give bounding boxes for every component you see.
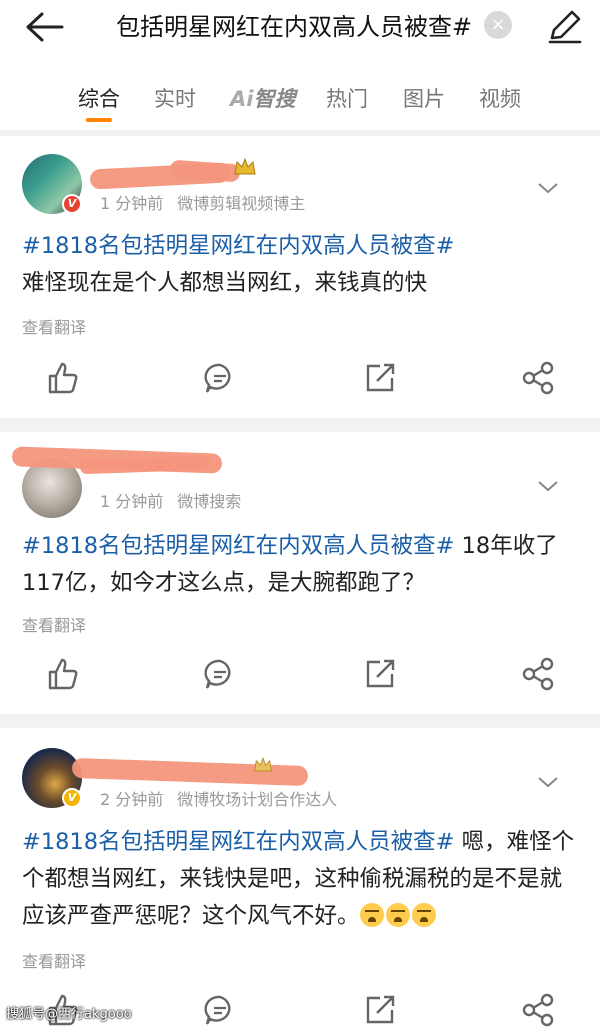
- search-results-screen: 包括明星网红在内双高人员被查# × 综合 实时 Ai智搜 热门 图片 视频 V …: [0, 0, 600, 1027]
- post-text: 难怪现在是个人都想当网红，来钱真的快: [22, 270, 428, 296]
- post-body: #1818名包括明星网红在内双高人员被查# 嗯，难怪个个都想当网红，来钱快是吧，…: [22, 824, 578, 935]
- ai-logo-text: Ai: [230, 87, 254, 111]
- hashtag-link[interactable]: #1818名包括明星网红在内双高人员被查#: [22, 233, 454, 259]
- post-meta: 1 分钟前 微博剪辑视频博主: [100, 190, 305, 214]
- chevron-down-icon[interactable]: [536, 774, 560, 790]
- post-body: #1818名包括明星网红在内双高人员被查# 18年收了117亿，如今才这么点，是…: [22, 528, 578, 602]
- crown-icon: [254, 757, 272, 772]
- watermark-text: 搜狐号@西行akgooo: [6, 1007, 132, 1022]
- emoji-icon: [385, 903, 410, 927]
- verified-badge-icon: V: [62, 788, 82, 808]
- tab-comprehensive[interactable]: 综合: [78, 80, 120, 120]
- verified-badge-icon: V: [62, 194, 82, 214]
- post-time: 1 分钟前: [100, 492, 164, 511]
- tab-ai-search[interactable]: Ai智搜: [230, 80, 295, 120]
- translate-link[interactable]: 查看翻译: [22, 948, 86, 972]
- hashtag-link[interactable]: #1818名包括明星网红在内双高人员被查#: [22, 533, 454, 559]
- like-icon[interactable]: [42, 654, 82, 694]
- post-source: 微博搜索: [177, 492, 242, 511]
- share-icon[interactable]: [518, 990, 558, 1027]
- post-meta: 2 分钟前 微博牧场计划合作达人: [100, 786, 337, 810]
- post-source: 微博牧场计划合作达人: [177, 790, 338, 809]
- post-source: 微博剪辑视频博主: [177, 194, 306, 213]
- post-card: V 1 分钟前 微博剪辑视频博主 #1818名包括明星网红在内双高人员被查# 难怪现…: [0, 136, 600, 418]
- tab-hot[interactable]: 热门: [326, 80, 368, 120]
- comment-icon[interactable]: [200, 990, 240, 1027]
- tab-ai-label: 智搜: [253, 87, 296, 111]
- tab-bar: 综合 实时 Ai智搜 热门 图片 视频: [0, 80, 600, 120]
- tab-images[interactable]: 图片: [403, 80, 445, 120]
- share-icon[interactable]: [518, 654, 558, 694]
- post-time: 2 分钟前: [100, 790, 164, 809]
- post-meta: 1 分钟前 微博搜索: [100, 488, 241, 512]
- post-body: #1818名包括明星网红在内双高人员被查# 难怪现在是个人都想当网红，来钱真的快: [22, 228, 578, 302]
- hashtag-link[interactable]: #1818名包括明星网红在内双高人员被查#: [22, 829, 454, 855]
- action-bar: [0, 654, 600, 694]
- repost-icon[interactable]: [360, 990, 400, 1027]
- search-header: 包括明星网红在内双高人员被查# × 综合 实时 Ai智搜 热门 图片 视频: [0, 0, 600, 130]
- tab-realtime[interactable]: 实时: [154, 80, 196, 120]
- crown-icon: [234, 157, 256, 175]
- comment-icon[interactable]: [200, 358, 240, 398]
- share-icon[interactable]: [518, 358, 558, 398]
- action-bar: [0, 358, 600, 398]
- tab-videos[interactable]: 视频: [479, 80, 521, 120]
- translate-link[interactable]: 查看翻译: [22, 612, 86, 636]
- post-card: V 2 分钟前 微博牧场计划合作达人 #1818名包括明星网红在内双高人员被查# …: [0, 728, 600, 1027]
- chevron-down-icon[interactable]: [536, 180, 560, 196]
- post-card: 1 分钟前 微博搜索 #1818名包括明星网红在内双高人员被查# 18年收了117…: [0, 432, 600, 714]
- emoji-icon: [411, 903, 436, 927]
- repost-icon[interactable]: [360, 654, 400, 694]
- comment-icon[interactable]: [200, 654, 240, 694]
- post-time: 1 分钟前: [100, 194, 164, 213]
- emoji-icon: [359, 903, 384, 927]
- chevron-down-icon[interactable]: [536, 478, 560, 494]
- active-tab-indicator: [86, 118, 112, 122]
- repost-icon[interactable]: [360, 358, 400, 398]
- clear-icon[interactable]: ×: [484, 11, 512, 39]
- back-arrow-icon[interactable]: [22, 10, 66, 44]
- like-icon[interactable]: [42, 358, 82, 398]
- edit-icon[interactable]: [544, 8, 584, 44]
- translate-link[interactable]: 查看翻译: [22, 314, 86, 338]
- search-query-text[interactable]: 包括明星网红在内双高人员被查#: [116, 10, 476, 44]
